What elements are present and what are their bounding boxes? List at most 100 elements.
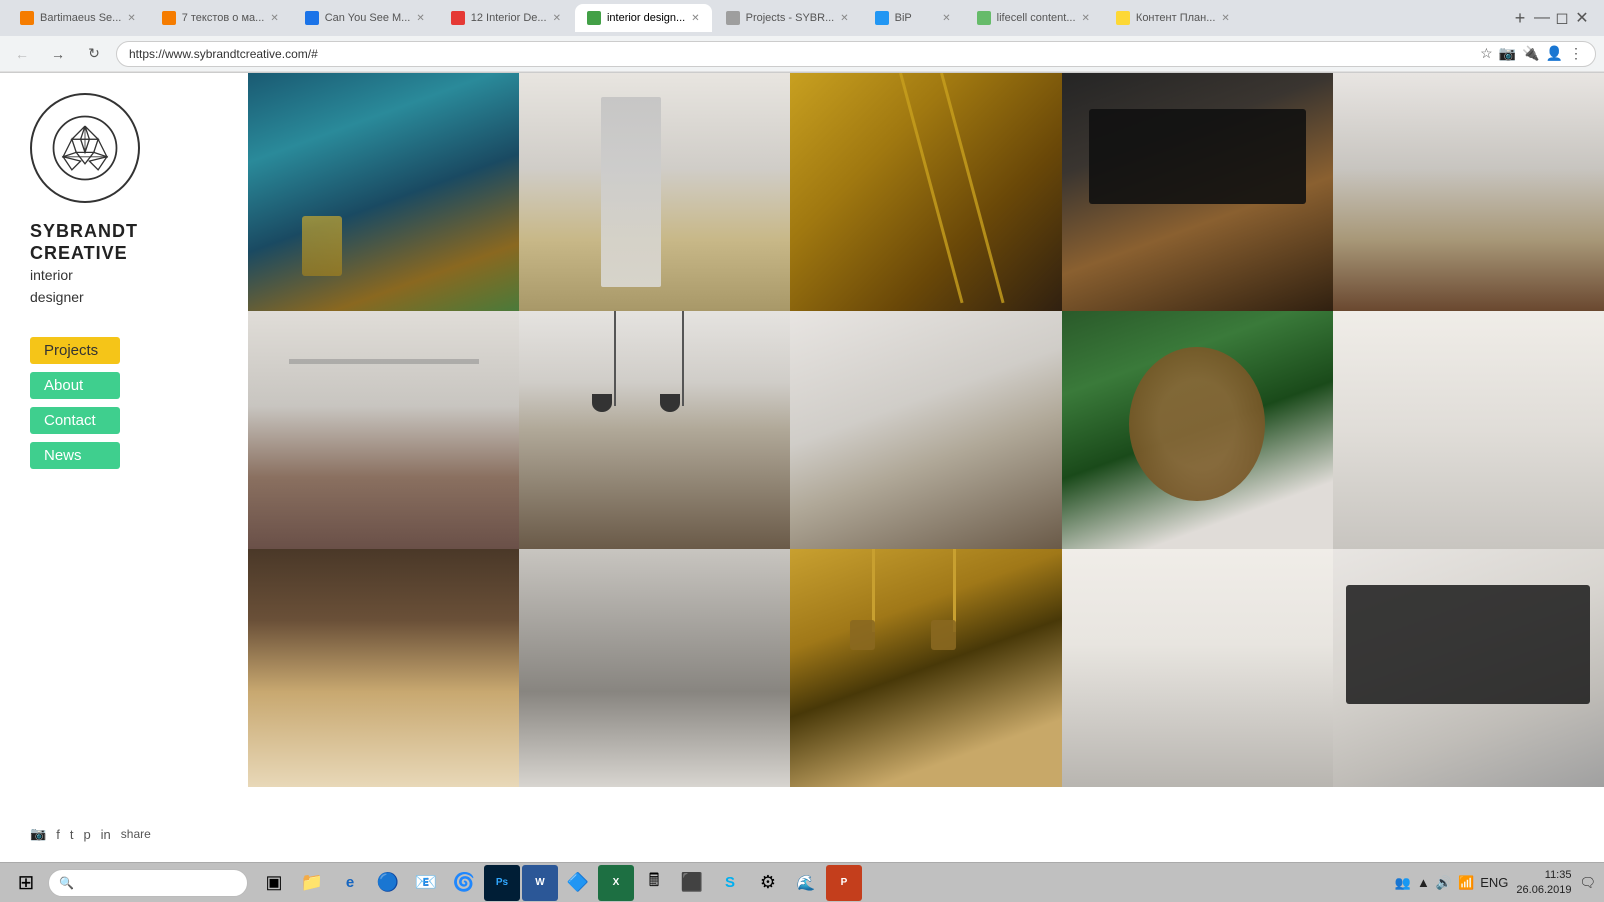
tab-close-button[interactable]: ✕ — [691, 13, 699, 24]
photoshop-button[interactable]: Ps — [484, 865, 520, 901]
up-arrow-icon[interactable]: ▲ — [1417, 875, 1430, 890]
network-icon[interactable]: 📶 — [1458, 875, 1474, 891]
time-display: 11:35 — [1516, 868, 1571, 882]
new-tab-button[interactable]: + — [1506, 4, 1534, 32]
grid-image-2 — [519, 73, 790, 311]
twitter-icon[interactable]: t — [70, 827, 74, 842]
browser-tab-tab4[interactable]: 12 Interior De... ✕ — [439, 4, 573, 32]
tab-favicon — [726, 11, 740, 25]
tab-close-button[interactable]: ✕ — [1221, 13, 1229, 24]
grid-item-15[interactable] — [1333, 549, 1604, 787]
address-bar: ← → ↻ https://www.sybrandtcreative.com/#… — [0, 36, 1604, 72]
logo-circle[interactable] — [30, 93, 140, 203]
nav-item-projects[interactable]: Projects — [30, 337, 120, 364]
browser-tab-tab5[interactable]: interior design... ✕ — [575, 4, 712, 32]
app-diamond-button[interactable]: 🔷 — [560, 865, 596, 901]
grid-item-6[interactable] — [248, 311, 519, 549]
taskbar-apps: ▣ 📁 e 🔵 📧 🌀 Ps W 🔷 X 🖩 ⬛ S ⚙ 🌊 P — [256, 865, 862, 901]
browser-tab-tab7[interactable]: BiP ✕ — [863, 4, 963, 32]
chrome-button[interactable]: 🌀 — [446, 865, 482, 901]
browser-tab-tab2[interactable]: 7 текстов о ма... ✕ — [150, 4, 291, 32]
browser-tab-tab9[interactable]: Контент План... ✕ — [1104, 4, 1242, 32]
browser-tab-tab6[interactable]: Projects - SYBR... ✕ — [714, 4, 861, 32]
url-box[interactable]: https://www.sybrandtcreative.com/# ☆ 📷 🔌… — [116, 41, 1596, 67]
forward-button[interactable]: → — [44, 40, 72, 68]
settings-button[interactable]: ⚙ — [750, 865, 786, 901]
notification-icon[interactable]: 🗨 — [1579, 875, 1596, 891]
share-label[interactable]: share — [121, 827, 151, 841]
browser-tab-tab1[interactable]: Bartimaeus Se... ✕ — [8, 4, 148, 32]
grid-item-3[interactable] — [790, 73, 1061, 311]
grid-image-5 — [1333, 73, 1604, 311]
tab-close-button[interactable]: ✕ — [270, 13, 278, 24]
search-icon: 🔍 — [59, 876, 74, 890]
tab-close-button[interactable]: ✕ — [553, 13, 561, 24]
menu-icon[interactable]: ⋮ — [1569, 45, 1583, 62]
pinterest-icon[interactable]: p — [83, 827, 90, 842]
tab-favicon — [451, 11, 465, 25]
app-blue-button[interactable]: 🔵 — [370, 865, 406, 901]
lang-label[interactable]: ENG — [1480, 875, 1508, 890]
skype-button[interactable]: S — [712, 865, 748, 901]
grid-item-5[interactable] — [1333, 73, 1604, 311]
grid-item-14[interactable] — [1062, 549, 1333, 787]
excel-button[interactable]: X — [598, 865, 634, 901]
linkedin-icon[interactable]: in — [101, 827, 111, 842]
nav-item-about[interactable]: About — [30, 372, 120, 399]
ie-button[interactable]: e — [332, 865, 368, 901]
instagram-icon[interactable]: 📷 — [30, 826, 46, 842]
extension-icon[interactable]: 🔌 — [1522, 45, 1539, 62]
sidebar: SYBRANDT CREATIVE interior designer Proj… — [0, 73, 248, 862]
grid-item-11[interactable] — [248, 549, 519, 787]
back-button[interactable]: ← — [8, 40, 36, 68]
tab-close-button[interactable]: ✕ — [942, 13, 950, 24]
grid-item-2[interactable] — [519, 73, 790, 311]
star-icon[interactable]: ☆ — [1480, 45, 1493, 62]
window-controls: — ◻ ✕ — [1536, 12, 1596, 24]
grid-image-15 — [1333, 549, 1604, 787]
brand-subtitle-1: interior — [30, 266, 73, 286]
edge-button[interactable]: 🌊 — [788, 865, 824, 901]
grid-item-13[interactable] — [790, 549, 1061, 787]
tab-close-button[interactable]: ✕ — [840, 13, 848, 24]
start-button[interactable]: ⊞ — [8, 867, 44, 899]
minimize-button[interactable]: — — [1536, 12, 1548, 24]
app-black-button[interactable]: ⬛ — [674, 865, 710, 901]
taskbar-clock[interactable]: 11:35 26.06.2019 — [1516, 868, 1571, 897]
tab-close-button[interactable]: ✕ — [416, 13, 424, 24]
browser-tab-tab3[interactable]: Can You See M... ✕ — [293, 4, 437, 32]
tab-favicon — [875, 11, 889, 25]
close-button[interactable]: ✕ — [1576, 12, 1588, 24]
grid-item-7[interactable] — [519, 311, 790, 549]
tab-title: lifecell content... — [997, 12, 1076, 24]
profile-icon[interactable]: 👤 — [1546, 45, 1563, 62]
task-view-button[interactable]: ▣ — [256, 865, 292, 901]
grid-item-4[interactable] — [1062, 73, 1333, 311]
file-explorer-button[interactable]: 📁 — [294, 865, 330, 901]
grid-item-10[interactable] — [1333, 311, 1604, 549]
browser-tab-tab8[interactable]: lifecell content... ✕ — [965, 4, 1102, 32]
grid-item-9[interactable] — [1062, 311, 1333, 549]
bookmark-icons: ☆ 📷 🔌 👤 ⋮ — [1480, 45, 1583, 62]
grid-item-8[interactable] — [790, 311, 1061, 549]
tab-close-button[interactable]: ✕ — [1082, 13, 1090, 24]
photo-icon[interactable]: 📷 — [1499, 45, 1516, 62]
people-icon[interactable]: 👥 — [1395, 875, 1411, 891]
facebook-icon[interactable]: f — [56, 827, 60, 842]
taskbar-search[interactable]: 🔍 — [48, 869, 248, 897]
image-grid — [248, 73, 1604, 862]
word-button[interactable]: W — [522, 865, 558, 901]
restore-button[interactable]: ◻ — [1556, 12, 1568, 24]
grid-item-1[interactable] — [248, 73, 519, 311]
calculator-button[interactable]: 🖩 — [636, 865, 672, 901]
tab-close-button[interactable]: ✕ — [127, 13, 135, 24]
grid-image-1 — [248, 73, 519, 311]
nav-item-news[interactable]: News — [30, 442, 120, 469]
page-content: SYBRANDT CREATIVE interior designer Proj… — [0, 73, 1604, 862]
nav-item-contact[interactable]: Contact — [30, 407, 120, 434]
speaker-icon[interactable]: 🔊 — [1436, 875, 1452, 891]
reload-button[interactable]: ↻ — [80, 40, 108, 68]
grid-item-12[interactable] — [519, 549, 790, 787]
outlook-button[interactable]: 📧 — [408, 865, 444, 901]
powerpoint-button[interactable]: P — [826, 865, 862, 901]
